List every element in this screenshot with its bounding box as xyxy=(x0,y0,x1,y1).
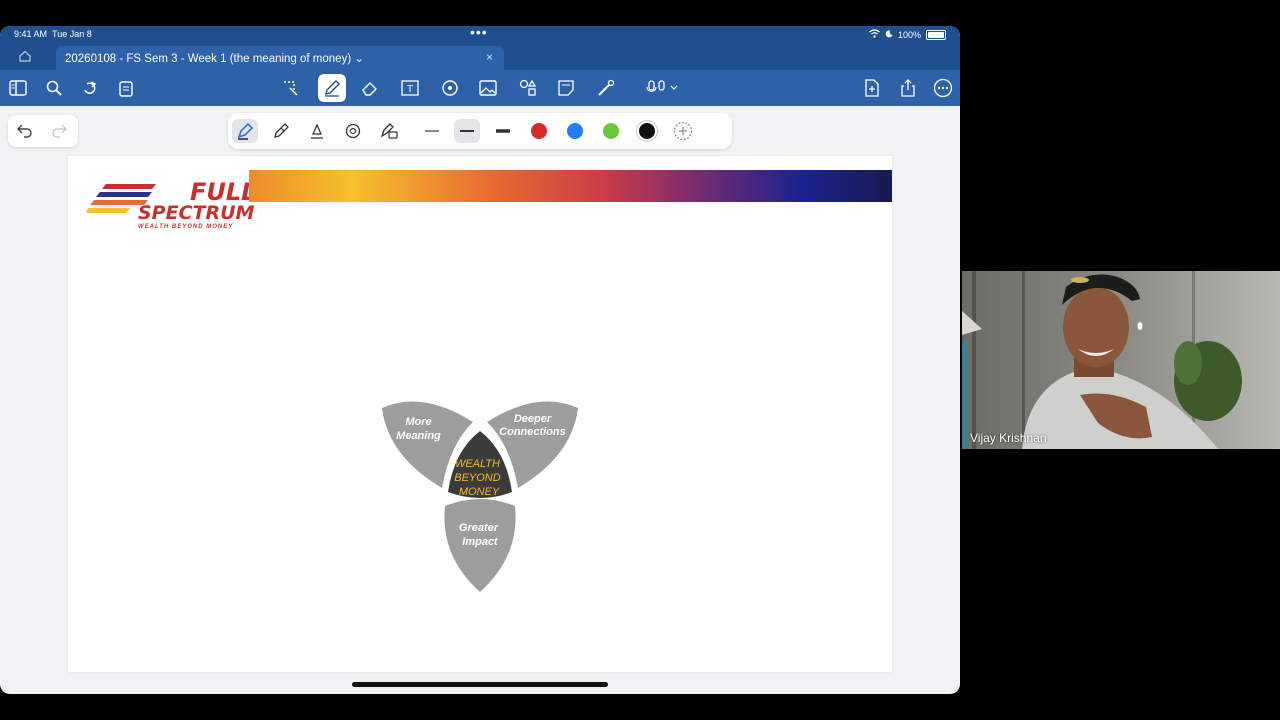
participant-name: Vijay Krishnan xyxy=(970,431,1047,445)
shapes-icon[interactable] xyxy=(516,76,540,100)
textbox-icon[interactable]: T xyxy=(398,76,422,100)
status-bar: 9:41 AM Tue Jan 8 ••• 100% xyxy=(0,26,960,44)
shape-icon[interactable] xyxy=(438,76,462,100)
multitask-dots-icon[interactable]: ••• xyxy=(470,26,488,40)
battery-percent: 100% xyxy=(897,29,921,40)
stroke-thick-icon[interactable] xyxy=(490,119,516,143)
petal-label-line: More xyxy=(405,416,431,428)
audio-icon[interactable] xyxy=(644,76,680,100)
undo-icon[interactable] xyxy=(16,122,34,143)
petal-label-line: Impact xyxy=(462,536,499,548)
center-label-line: BEYOND xyxy=(454,472,501,484)
petal-label-line: Meaning xyxy=(396,430,441,442)
add-color-icon[interactable] xyxy=(670,119,696,143)
petal-label-line: Connections xyxy=(499,426,566,438)
shape-recognition-icon[interactable] xyxy=(340,119,366,143)
logo-tagline: WEALTH BEYOND MONEY xyxy=(138,224,234,230)
ipad-screen: 9:41 AM Tue Jan 8 ••• 100% 20260108 - FS… xyxy=(0,26,960,694)
stroke-thin-icon[interactable] xyxy=(419,119,445,143)
redo-disabled-icon[interactable] xyxy=(50,122,68,143)
image-icon[interactable] xyxy=(476,76,500,100)
tab-bar: 20260108 - FS Sem 3 - Week 1 (the meanin… xyxy=(0,44,960,70)
sticky-note-icon[interactable] xyxy=(554,76,578,100)
ribbon-toolbar: T xyxy=(0,70,960,106)
pen-tools-group xyxy=(228,113,732,149)
add-page-icon[interactable] xyxy=(860,76,884,100)
color-green-swatch[interactable] xyxy=(603,123,619,139)
pen-settings-icon[interactable] xyxy=(376,119,402,143)
search-icon[interactable] xyxy=(42,76,66,100)
gradient-banner xyxy=(249,170,892,202)
tab-close-icon[interactable]: × xyxy=(486,50,493,64)
eraser-icon[interactable] xyxy=(358,76,382,100)
petal-label-line: Deeper xyxy=(514,413,552,425)
more-icon[interactable] xyxy=(931,76,955,100)
document-tab[interactable]: 20260108 - FS Sem 3 - Week 1 (the meanin… xyxy=(56,46,504,70)
document-tab-title[interactable]: 20260108 - FS Sem 3 - Week 1 (the meanin… xyxy=(65,51,364,65)
logo-word-spectrum: SPECTRUM xyxy=(138,202,255,224)
undo-redo-group xyxy=(8,115,78,147)
color-blue-swatch[interactable] xyxy=(567,123,583,139)
petal-label-line: Greater xyxy=(459,522,499,534)
center-label: WEALTH BEYOND MONEY xyxy=(454,458,504,498)
participant-video-tile[interactable]: Vijay Krishnan xyxy=(962,271,1280,449)
pen-toolbar xyxy=(0,106,960,156)
stroke-medium-icon[interactable] xyxy=(454,119,480,143)
full-spectrum-logo: FULL SPECTRUM WEALTH BEYOND MONEY xyxy=(86,168,256,230)
center-label-line: WEALTH xyxy=(455,458,500,470)
redo-icon[interactable] xyxy=(78,76,102,100)
status-right: 100% xyxy=(869,29,946,40)
home-indicator[interactable] xyxy=(352,682,608,687)
wealth-beyond-money-diagram: More Meaning Deeper Connections Greater … xyxy=(382,401,578,592)
color-red-swatch[interactable] xyxy=(531,123,547,139)
notebook-page[interactable]: FULL SPECTRUM WEALTH BEYOND MONEY More M… xyxy=(68,156,892,672)
lasso-icon[interactable] xyxy=(278,76,302,100)
fountain-pen-icon[interactable] xyxy=(232,119,258,143)
color-black-swatch[interactable] xyxy=(639,123,655,139)
pen-icon[interactable] xyxy=(318,74,346,102)
home-icon[interactable] xyxy=(18,49,32,68)
status-time: 9:41 AM Tue Jan 8 xyxy=(14,29,92,39)
share-icon[interactable] xyxy=(896,76,920,100)
sidebar-icon[interactable] xyxy=(6,76,30,100)
svg-text:T: T xyxy=(407,84,413,95)
laser-pointer-icon[interactable] xyxy=(594,76,618,100)
participant-video xyxy=(962,271,1280,449)
moon-icon xyxy=(885,29,893,40)
wifi-icon xyxy=(869,29,880,40)
battery-icon xyxy=(926,29,946,40)
clipboard-icon[interactable] xyxy=(114,76,138,100)
center-label-line: MONEY xyxy=(459,486,500,498)
ballpoint-pen-icon[interactable] xyxy=(268,119,294,143)
highlighter-icon[interactable] xyxy=(304,119,330,143)
